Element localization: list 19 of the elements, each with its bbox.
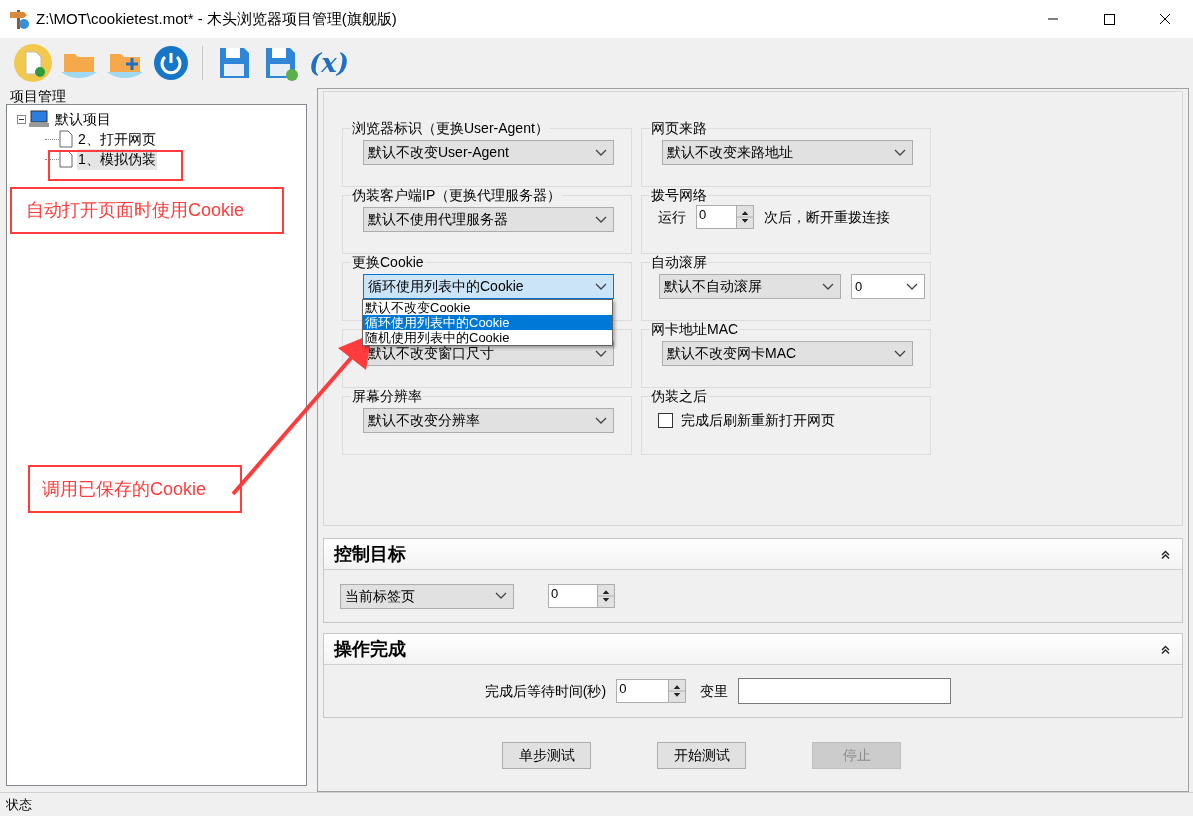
group-title: 拨号网络	[650, 187, 708, 203]
field-label: 完成后等待时间(秒)	[484, 681, 607, 701]
checkbox-label: 完成后刷新重新打开网页	[681, 411, 835, 430]
group-title: 伪装之后	[650, 388, 708, 404]
window-title: Z:\MOT\cookietest.mot* - 木头浏览器项目管理(旗舰版)	[36, 8, 397, 29]
callout-label: 自动打开页面时使用Cookie	[10, 187, 284, 234]
field-label: 运行	[658, 207, 686, 227]
group-title: 更换Cookie	[351, 254, 425, 270]
field-label: 次后，断开重拨连接	[764, 207, 890, 227]
callout-label: 调用已保存的Cookie	[28, 465, 242, 513]
group-title: 网卡地址MAC	[650, 321, 740, 337]
group-title: 伪装客户端IP（更换代理服务器）	[351, 187, 563, 203]
field-label: 变里	[700, 681, 729, 701]
panel-title: 项目管理	[9, 88, 67, 104]
group-title: 屏幕分辨率	[351, 388, 423, 404]
status-bar: 状态	[0, 792, 1193, 816]
group-title: 自动滚屏	[650, 254, 708, 270]
group-title: 网页来路	[650, 120, 708, 136]
group-title: 浏览器标识（更换User-Agent）	[351, 120, 550, 136]
